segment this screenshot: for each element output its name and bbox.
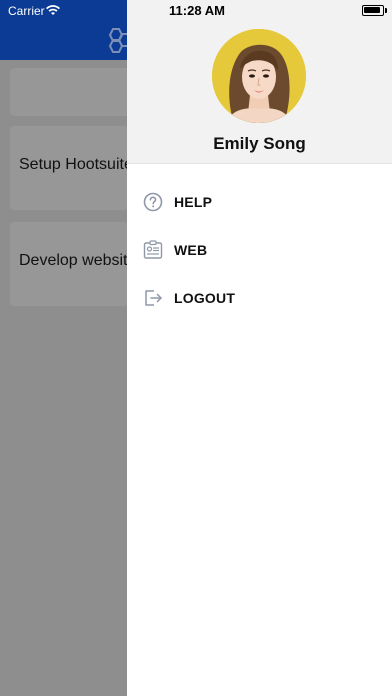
menu-item-logout[interactable]: LOGOUT bbox=[127, 276, 392, 320]
profile-header: 11:28 AM Emily Song bbox=[127, 0, 392, 164]
side-drawer: 11:28 AM Emily Song HELP WEB LOGOUT bbox=[127, 0, 392, 696]
menu-item-label: WEB bbox=[174, 242, 208, 258]
menu-item-web[interactable]: WEB bbox=[127, 228, 392, 272]
task-title: Setup Hootsuite bbox=[19, 156, 133, 173]
user-name: Emily Song bbox=[213, 134, 306, 153]
menu-item-label: HELP bbox=[174, 194, 213, 210]
menu-item-help[interactable]: HELP bbox=[127, 180, 392, 224]
status-time: 11:28 AM bbox=[169, 3, 225, 18]
id-card-icon bbox=[143, 240, 163, 259]
help-circle-icon bbox=[143, 192, 163, 212]
battery-icon bbox=[362, 5, 387, 16]
avatar-portrait bbox=[212, 29, 306, 123]
carrier-label: Carrier bbox=[8, 4, 45, 18]
avatar[interactable] bbox=[212, 29, 306, 123]
logout-icon bbox=[145, 290, 162, 306]
menu-item-label: LOGOUT bbox=[174, 290, 236, 306]
task-title: Develop website bbox=[19, 252, 137, 269]
wifi-icon bbox=[46, 5, 60, 15]
